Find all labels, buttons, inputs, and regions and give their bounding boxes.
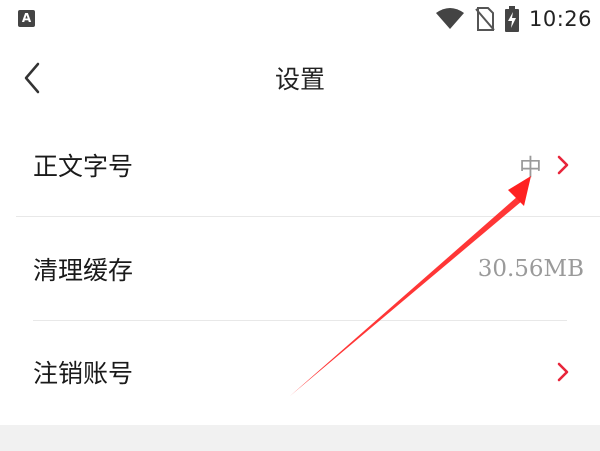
battery-charging-icon [504, 6, 519, 32]
header: 设置 [0, 48, 600, 108]
status-icons: 10:26 [435, 4, 592, 34]
bottom-spacer [0, 425, 600, 451]
no-sim-icon [475, 7, 495, 31]
wifi-icon [435, 8, 464, 29]
settings-item-value: 中 [519, 155, 542, 181]
status-bar: A 10:26 [0, 0, 600, 38]
chevron-right-icon [557, 362, 569, 382]
settings-item-label: 清理缓存 [33, 255, 134, 285]
page-title: 设置 [274, 65, 325, 94]
settings-item-font-size[interactable]: 正文字号 中 [0, 114, 600, 216]
status-time: 10:26 [528, 7, 592, 31]
settings-item-label: 注销账号 [33, 359, 134, 388]
settings-item-delete-account[interactable]: 注销账号 [0, 321, 600, 423]
cache-size-value: 30.56MB [477, 255, 584, 282]
notification-app-icon: A [18, 10, 35, 27]
settings-item-clear-cache[interactable]: 清理缓存 30.56MB [0, 217, 600, 320]
chevron-right-icon [557, 155, 569, 175]
settings-item-label: 正文字号 [33, 152, 134, 181]
